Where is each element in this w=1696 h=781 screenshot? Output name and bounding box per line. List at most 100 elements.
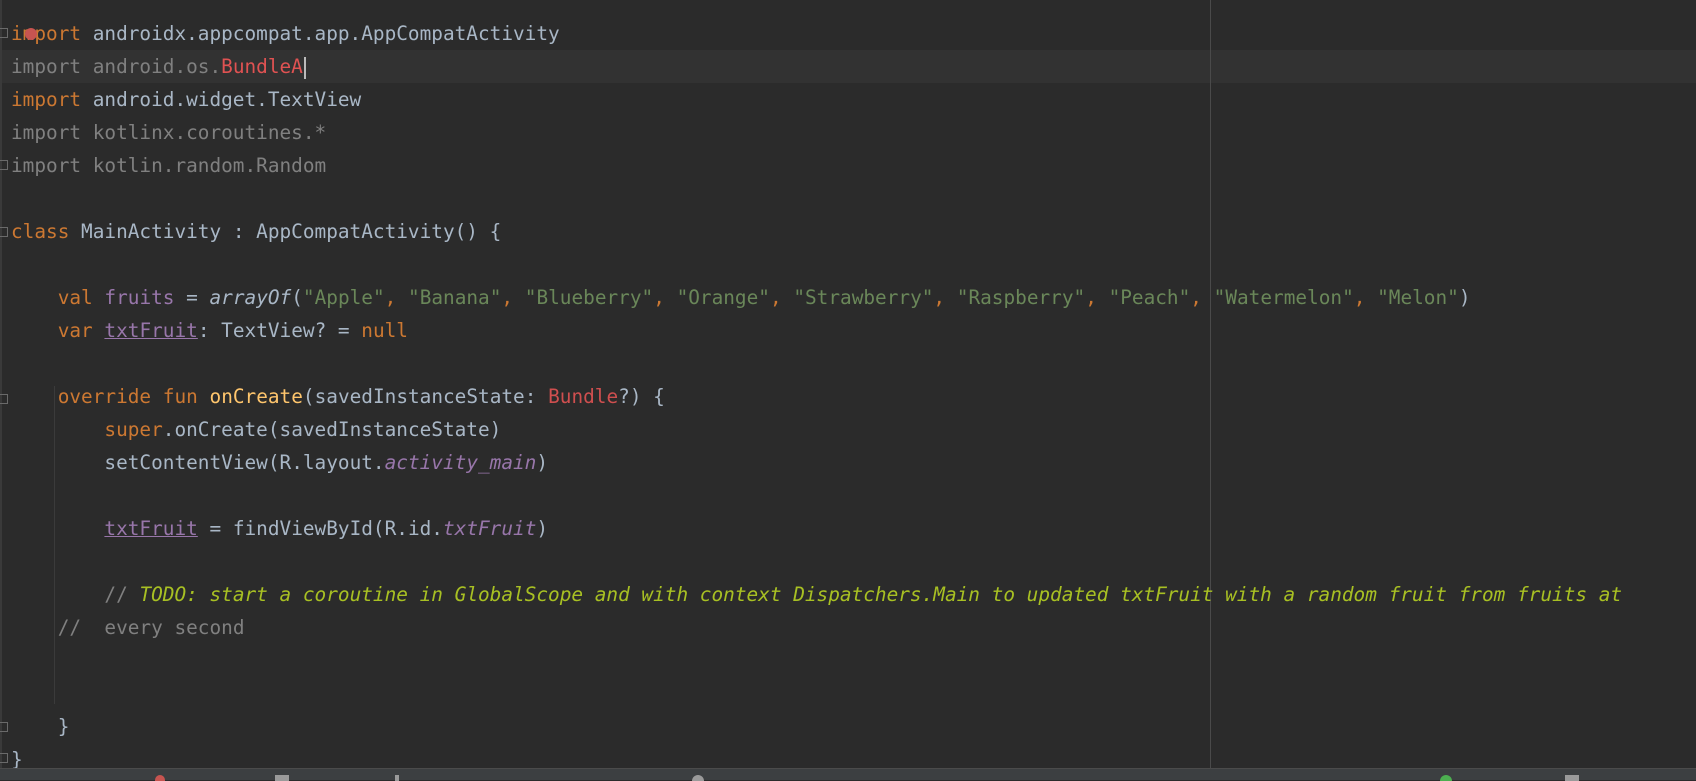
code-editor[interactable]: import androidx.appcompat.app.AppCompatA… — [0, 0, 1696, 768]
code-line-16[interactable]: txtFruit = findViewById(R.id.txtFruit) — [11, 512, 548, 545]
toolbar-icon[interactable] — [1565, 775, 1579, 781]
resource-field: activity_main — [384, 451, 537, 474]
import-path: kotlinx.coroutines.* — [81, 121, 327, 144]
punctuation: , — [1353, 286, 1378, 309]
punctuation: , — [769, 286, 794, 309]
keyword: import — [11, 55, 82, 78]
import-path: android.widget.TextView — [81, 88, 362, 111]
string-literal: "Peach" — [1108, 286, 1191, 309]
punctuation: ) — [1458, 286, 1471, 309]
import-path: androidx.appcompat.app.AppCompatActivity — [81, 22, 560, 45]
class-declaration: MainActivity : AppCompatActivity() { — [69, 220, 502, 243]
type-annotation: : TextView? = — [197, 319, 362, 342]
todo-comment: TODO: start a coroutine in GlobalScope a… — [139, 583, 1623, 606]
string-literal: "Strawberry" — [793, 286, 934, 309]
string-literal: "Raspberry" — [956, 286, 1086, 309]
toolbar-icon[interactable] — [395, 775, 399, 781]
right-margin-guide — [1210, 0, 1211, 768]
punctuation: ) — [536, 451, 549, 474]
toolbar-icon[interactable] — [275, 775, 289, 781]
fold-marker-icon[interactable] — [0, 227, 8, 237]
gutter-edge — [0, 0, 2, 768]
code-line-13[interactable]: super.onCreate(savedInstanceState) — [11, 413, 501, 446]
text-caret — [303, 56, 306, 79]
punctuation: , — [384, 286, 409, 309]
fold-marker-icon[interactable] — [0, 753, 8, 763]
code-line-5[interactable]: import kotlin.random.Random — [11, 149, 326, 182]
property-name: txtFruit — [104, 319, 198, 342]
code-line-14[interactable]: setContentView(R.layout.activity_main) — [11, 446, 548, 479]
parameters: (savedInstanceState: — [302, 385, 549, 408]
code-line-23[interactable]: } — [11, 743, 23, 768]
fold-marker-icon[interactable] — [0, 28, 8, 38]
keyword: val — [57, 286, 93, 309]
keyword: null — [361, 319, 408, 342]
status-ok-icon[interactable] — [1440, 775, 1452, 781]
code-line-7[interactable]: class MainActivity : AppCompatActivity()… — [11, 215, 501, 248]
property-name: fruits — [104, 286, 175, 309]
string-literal: "Orange" — [676, 286, 770, 309]
code-line-10[interactable]: var txtFruit: TextView? = null — [11, 314, 408, 347]
keyword: class — [11, 220, 70, 243]
unresolved-reference[interactable]: Bundle — [548, 385, 618, 408]
punctuation: , — [1085, 286, 1109, 309]
punctuation: , — [933, 286, 957, 309]
closing-brace: } — [57, 715, 70, 738]
punctuation: , — [653, 286, 677, 309]
keyword: import — [11, 121, 82, 144]
toolbar-icon[interactable] — [692, 775, 704, 781]
punctuation: ) — [536, 517, 549, 540]
keyword: import — [11, 154, 82, 177]
string-literal: "Watermelon" — [1213, 286, 1354, 309]
property-name: txtFruit — [104, 517, 198, 540]
operator: = — [174, 286, 210, 309]
code-line-3[interactable]: import android.widget.TextView — [11, 83, 361, 116]
breakpoint-icon[interactable] — [25, 28, 37, 40]
function-name: onCreate — [209, 385, 303, 408]
code-line-1[interactable]: import androidx.appcompat.app.AppCompatA… — [11, 17, 560, 50]
code-line-9[interactable]: val fruits = arrayOf("Apple", "Banana", … — [11, 281, 1471, 314]
bottom-toolbar-strip — [0, 768, 1696, 781]
function-call: arrayOf — [209, 286, 292, 309]
fold-marker-icon[interactable] — [0, 394, 8, 404]
method-call: .onCreate(savedInstanceState) — [162, 418, 502, 441]
resource-field: txtFruit — [442, 517, 537, 540]
unresolved-reference[interactable]: BundleA — [221, 55, 303, 78]
fold-marker-icon[interactable] — [0, 722, 8, 732]
code-line-19[interactable]: // every second — [11, 611, 245, 644]
method-call: = findViewById(R.id. — [197, 517, 443, 540]
code-line-22[interactable]: } — [11, 710, 70, 743]
keyword: fun — [162, 385, 198, 408]
keyword: import — [11, 88, 82, 111]
code-line-18[interactable]: // TODO: start a coroutine in GlobalScop… — [11, 578, 1622, 611]
keyword: super — [104, 418, 163, 441]
string-literal: "Banana" — [408, 286, 502, 309]
comment: // every second — [57, 616, 245, 639]
string-literal: "Apple" — [302, 286, 385, 309]
code-line-4[interactable]: import kotlinx.coroutines.* — [11, 116, 326, 149]
punctuation: , — [501, 286, 525, 309]
comment-marker: // — [104, 583, 140, 606]
punctuation: ( — [291, 286, 303, 309]
error-indicator-icon[interactable] — [155, 775, 165, 781]
closing-brace: } — [11, 748, 23, 768]
keyword: import — [11, 22, 82, 45]
code-line-2[interactable]: import android.os.BundleA — [11, 50, 306, 83]
code-line-12[interactable]: override fun onCreate(savedInstanceState… — [11, 380, 665, 413]
fold-marker-icon[interactable] — [0, 160, 8, 170]
keyword: var — [57, 319, 93, 342]
import-path: android.os. — [81, 55, 222, 78]
punctuation: ?) { — [618, 385, 665, 408]
